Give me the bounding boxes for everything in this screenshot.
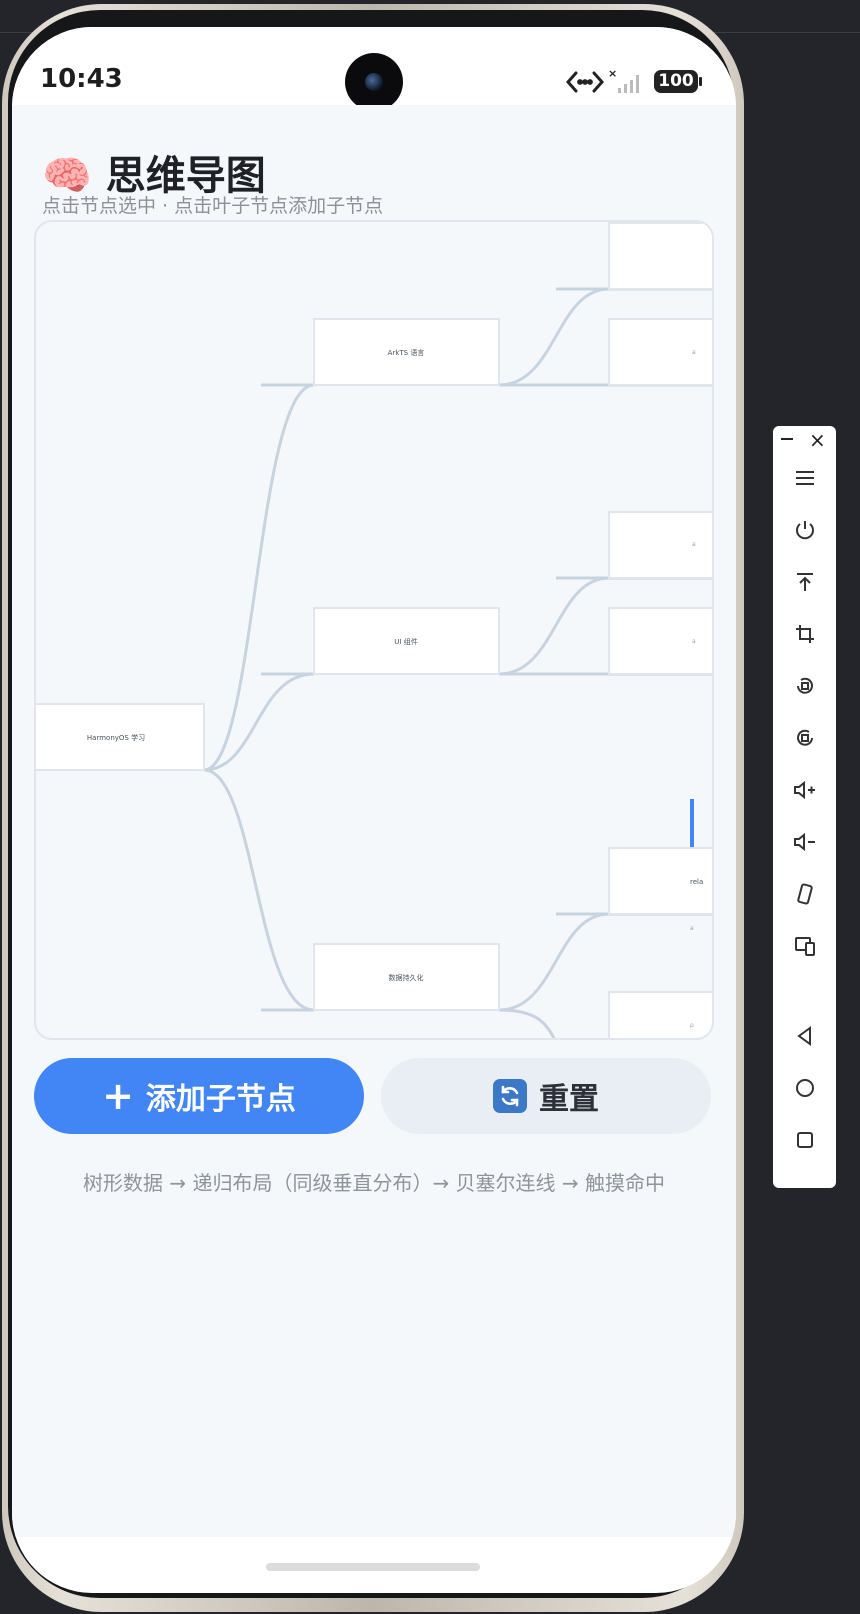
svg-text:a: a: [692, 541, 696, 548]
phone-screen: 10:43 × 100 🧠 思维导图 点击节点选中 · 点击叶子节点添加子节点 …: [12, 27, 736, 1593]
connector-root-arkts: [203, 383, 315, 772]
status-time: 10:43: [40, 64, 123, 94]
reset-label: 重置: [539, 1082, 599, 1117]
data-transfer-icon: [566, 71, 605, 93]
home-indicator[interactable]: [266, 1563, 480, 1571]
refresh-icon: [493, 1079, 527, 1113]
pin-top-icon[interactable]: [773, 562, 836, 602]
multi-device-icon[interactable]: [773, 926, 836, 966]
selection-indicator: [690, 799, 694, 847]
shake-icon[interactable]: [773, 874, 836, 914]
node-leaf[interactable]: [608, 991, 712, 1038]
plus-icon: +: [102, 1074, 134, 1118]
node-branch-label: UI 组件: [394, 637, 417, 646]
close-icon[interactable]: ×: [809, 430, 826, 450]
add-child-button[interactable]: + 添加子节点: [34, 1058, 364, 1134]
rotate-right-icon[interactable]: [773, 718, 836, 758]
signal-icon: ×: [608, 67, 639, 93]
node-leaf-label: rela: [690, 878, 703, 886]
node-branch-label: 数据持久化: [389, 973, 424, 982]
svg-text:×: ×: [608, 67, 617, 80]
battery-level: 100: [658, 71, 694, 91]
mindmap-canvas[interactable]: a a a a p HarmonyOS 学习 ArkTS 语言 UI 组件 数据…: [34, 220, 714, 1040]
rotate-left-icon[interactable]: [773, 666, 836, 706]
node-leaf[interactable]: [608, 607, 712, 675]
power-icon[interactable]: [773, 510, 836, 550]
front-camera: [345, 53, 403, 111]
volume-up-icon[interactable]: [773, 770, 836, 810]
footer-note: 树形数据 → 递归布局（同级垂直分布）→ 贝塞尔连线 → 触摸命中: [82, 1171, 666, 1195]
volume-down-icon[interactable]: [773, 822, 836, 862]
back-icon[interactable]: [773, 1016, 836, 1056]
home-icon[interactable]: [773, 1068, 836, 1108]
svg-text:a: a: [692, 349, 696, 356]
connector-root-data: [203, 768, 315, 1012]
status-icons: × 100: [566, 67, 706, 97]
node-root-label: HarmonyOS 学习: [87, 733, 145, 742]
reset-button[interactable]: 重置: [381, 1058, 711, 1134]
node-branch-label: ArkTS 语言: [388, 348, 425, 357]
menu-icon[interactable]: [773, 458, 836, 498]
crop-icon[interactable]: [773, 614, 836, 654]
svg-text:a: a: [692, 638, 696, 645]
minimize-icon[interactable]: [781, 438, 793, 440]
node-leaf[interactable]: [608, 222, 712, 290]
recents-icon[interactable]: [773, 1120, 836, 1160]
emulator-toolbar: ×: [773, 426, 836, 1188]
status-bar: 10:43 × 100: [12, 27, 736, 111]
svg-text:a: a: [690, 925, 694, 932]
svg-text:p: p: [690, 1022, 694, 1029]
node-leaf[interactable]: [608, 511, 712, 579]
node-leaf[interactable]: [608, 318, 712, 386]
page-subtitle: 点击节点选中 · 点击叶子节点添加子节点: [42, 195, 384, 217]
add-child-label: 添加子节点: [145, 1082, 296, 1117]
app-content: 🧠 思维导图 点击节点选中 · 点击叶子节点添加子节点 a a a a p Ha…: [12, 105, 736, 1537]
